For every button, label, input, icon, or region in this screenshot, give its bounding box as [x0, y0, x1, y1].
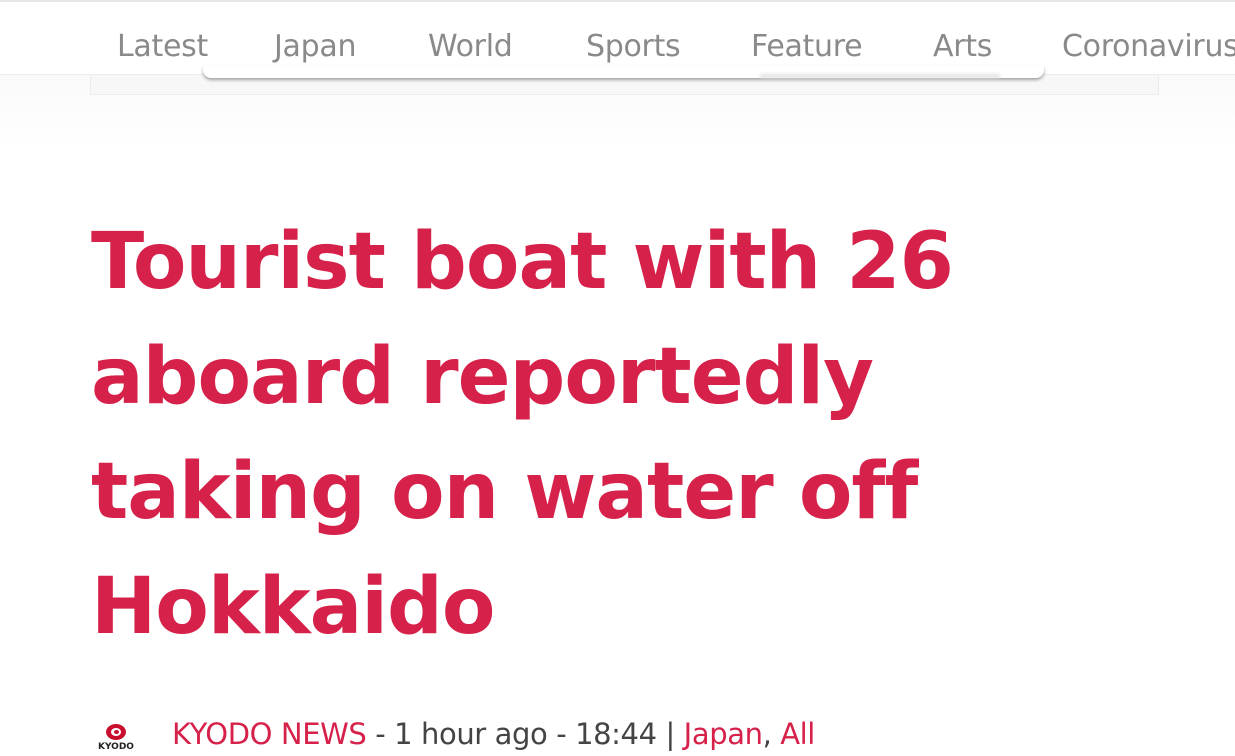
kyodo-logo-mark-icon	[106, 724, 126, 740]
nav-item-japan[interactable]: Japan	[274, 27, 356, 67]
nav-item-sports[interactable]: Sports	[586, 27, 681, 67]
headline-line: aboard reportedly	[91, 332, 874, 422]
nav-list: Latest Japan World Sports Feature Arts C…	[0, 2, 1235, 74]
headline-line: Tourist boat with 26	[91, 217, 954, 307]
article-headline: Tourist boat with 26 aboard reportedly t…	[91, 205, 991, 665]
category-link-all[interactable]: All	[780, 717, 815, 751]
byline-separator: -	[547, 717, 576, 751]
byline-separator: -	[366, 717, 395, 751]
sub-nav-bar	[90, 75, 1159, 95]
headline-line: Hokkaido	[91, 562, 495, 652]
dropdown-shadow-accent	[760, 74, 1000, 78]
nav-item-coronavirus[interactable]: Coronavirus	[1062, 27, 1235, 67]
category-link-japan[interactable]: Japan	[684, 717, 763, 751]
kyodo-logo: KYODO	[96, 724, 136, 756]
nav-item-world[interactable]: World	[428, 27, 513, 67]
nav-item-latest[interactable]: Latest	[117, 27, 208, 67]
kyodo-logo-text: KYODO	[98, 742, 134, 752]
byline-comma: ,	[762, 717, 781, 751]
byline-time: 18:44	[575, 717, 657, 751]
byline-separator: |	[656, 717, 684, 751]
byline-source: KYODO NEWS	[172, 717, 367, 751]
main-nav: Latest Japan World Sports Feature Arts C…	[0, 2, 1235, 75]
byline-time-ago: 1 hour ago	[394, 717, 548, 751]
nav-item-arts[interactable]: Arts	[933, 27, 992, 67]
headline-line: taking on water off	[91, 447, 918, 537]
nav-item-feature[interactable]: Feature	[751, 27, 863, 67]
byline-text: KYODO NEWS - 1 hour ago - 18:44 | Japan,…	[172, 712, 815, 756]
